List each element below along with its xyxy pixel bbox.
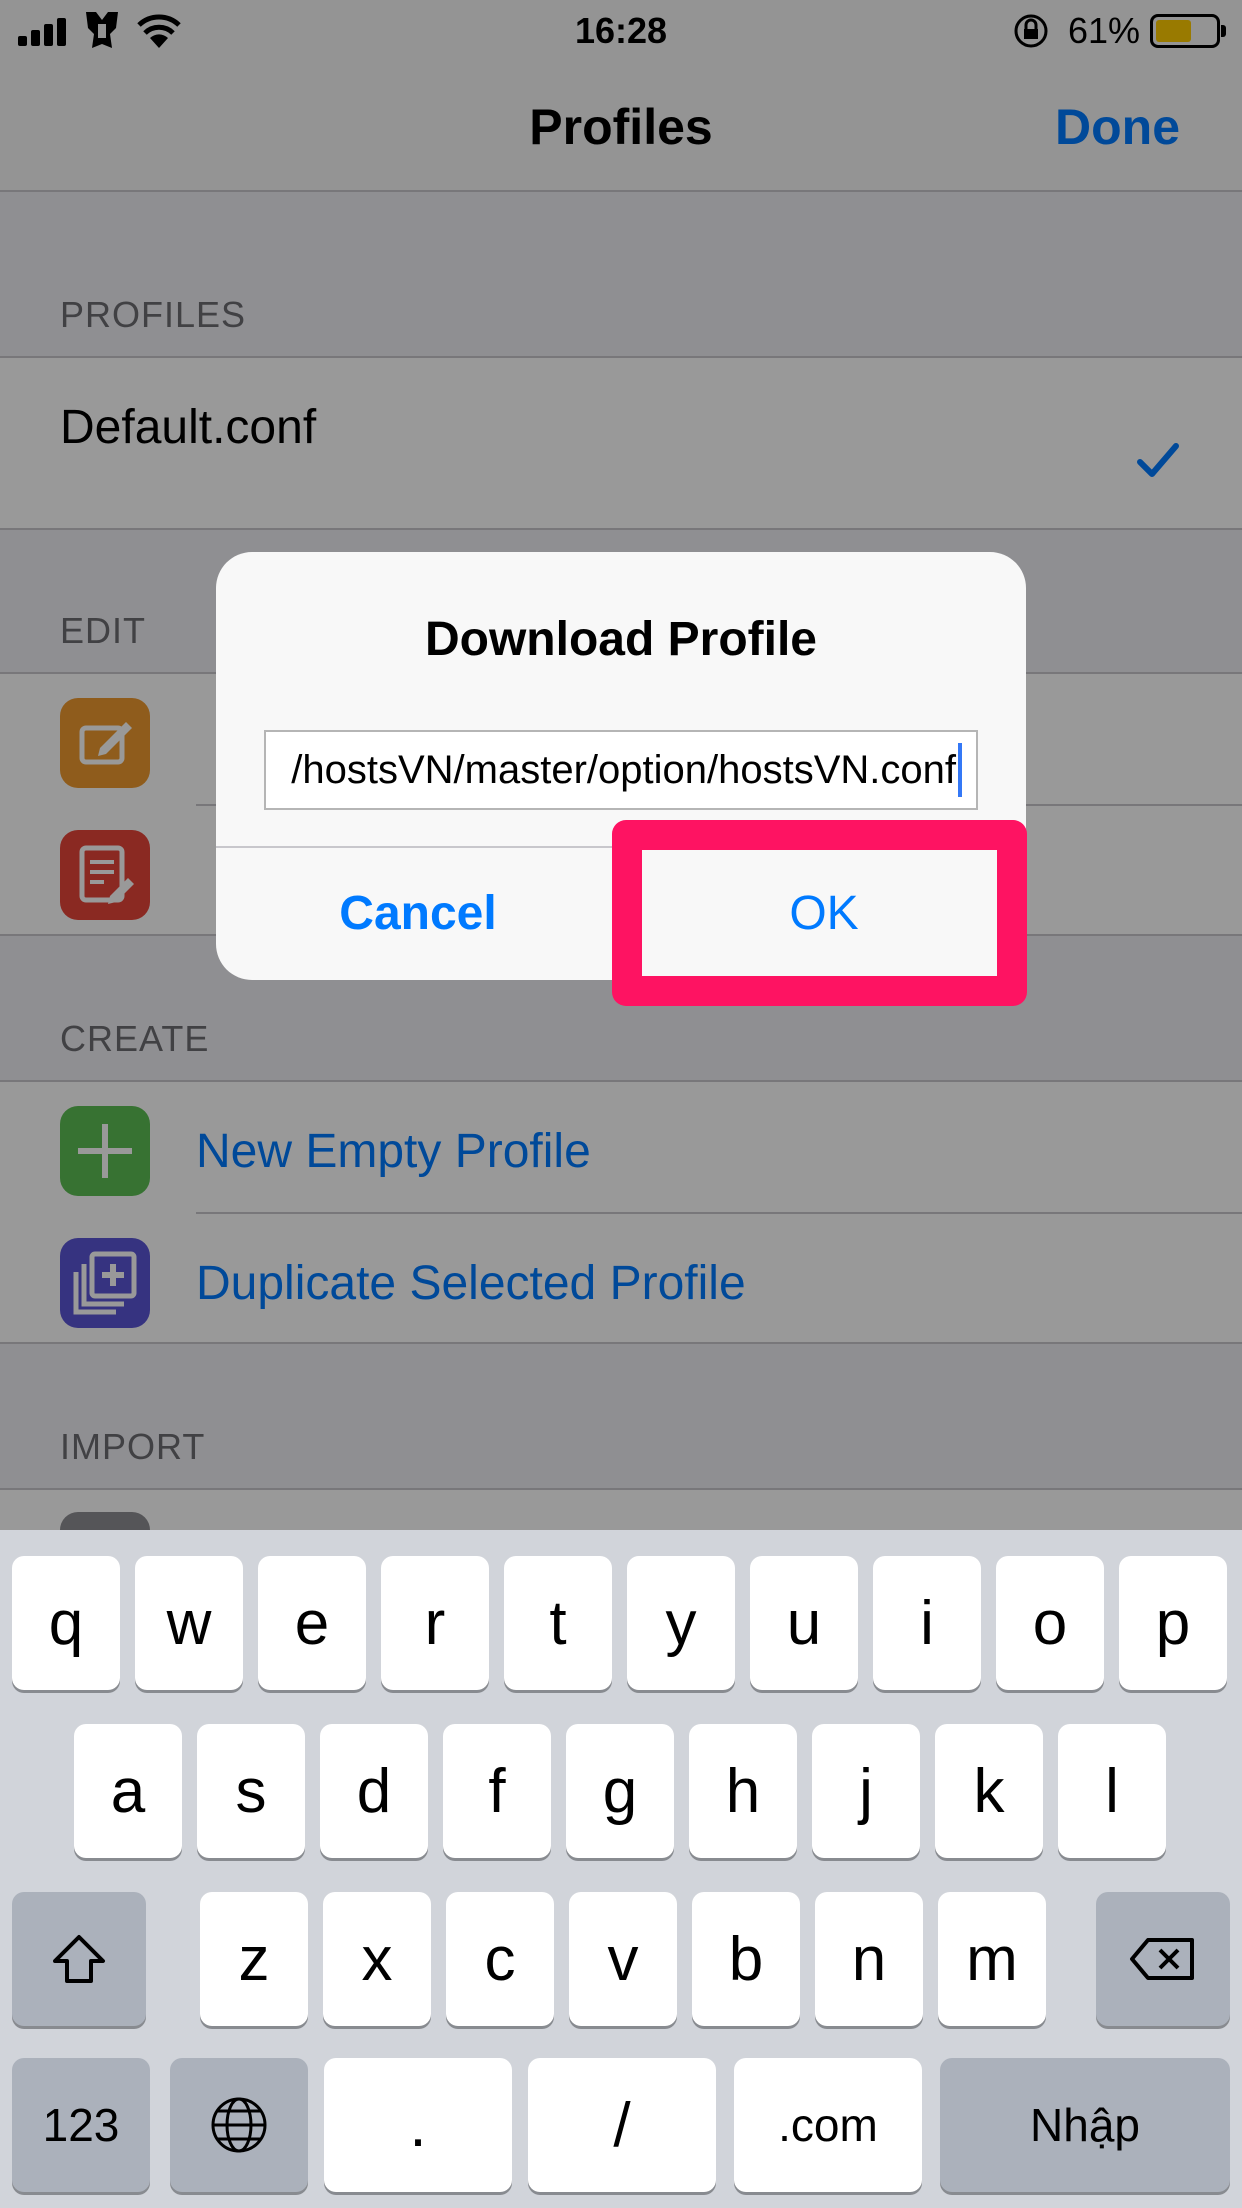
key-n[interactable]: n <box>815 1892 923 2026</box>
key-v[interactable]: v <box>569 1892 677 2026</box>
key-d[interactable]: d <box>320 1724 428 1858</box>
backspace-icon <box>1130 1938 1194 1980</box>
key-q[interactable]: q <box>12 1556 120 1690</box>
key-z[interactable]: z <box>200 1892 308 2026</box>
ok-button-highlight <box>612 820 1027 1006</box>
keyboard: 123 . / .com Nhập qwertyuiop asdfghjkl zxc… <box>0 1530 1242 2208</box>
profile-url-input[interactable]: /hostsVN/master/option/hostsVN.conf <box>264 730 978 810</box>
profile-url-value: /hostsVN/master/option/hostsVN.conf <box>291 748 956 792</box>
return-key[interactable]: Nhập <box>940 2058 1230 2192</box>
numbers-key[interactable]: 123 <box>12 2058 150 2192</box>
key-k[interactable]: k <box>935 1724 1043 1858</box>
dot-key[interactable]: . <box>324 2058 512 2192</box>
key-a[interactable]: a <box>74 1724 182 1858</box>
key-f[interactable]: f <box>443 1724 551 1858</box>
shift-icon <box>53 1935 105 1983</box>
alert-title: Download Profile <box>424 613 817 666</box>
key-h[interactable]: h <box>689 1724 797 1858</box>
key-x[interactable]: x <box>323 1892 431 2026</box>
key-p[interactable]: p <box>1119 1556 1227 1690</box>
globe-key[interactable] <box>170 2058 308 2192</box>
key-c[interactable]: c <box>446 1892 554 2026</box>
key-o[interactable]: o <box>996 1556 1104 1690</box>
key-m[interactable]: m <box>938 1892 1046 2026</box>
globe-icon <box>211 2097 267 2153</box>
dotcom-key[interactable]: .com <box>734 2058 922 2192</box>
key-y[interactable]: y <box>627 1556 735 1690</box>
backspace-key[interactable] <box>1096 1892 1230 2026</box>
key-u[interactable]: u <box>750 1556 858 1690</box>
key-s[interactable]: s <box>197 1724 305 1858</box>
text-caret <box>958 743 962 797</box>
key-l[interactable]: l <box>1058 1724 1166 1858</box>
key-j[interactable]: j <box>812 1724 920 1858</box>
key-i[interactable]: i <box>873 1556 981 1690</box>
shift-key[interactable] <box>12 1892 146 2026</box>
key-e[interactable]: e <box>258 1556 366 1690</box>
key-b[interactable]: b <box>692 1892 800 2026</box>
key-t[interactable]: t <box>504 1556 612 1690</box>
cancel-button[interactable]: Cancel <box>216 848 620 980</box>
slash-key[interactable]: / <box>528 2058 716 2192</box>
key-w[interactable]: w <box>135 1556 243 1690</box>
key-g[interactable]: g <box>566 1724 674 1858</box>
key-r[interactable]: r <box>381 1556 489 1690</box>
